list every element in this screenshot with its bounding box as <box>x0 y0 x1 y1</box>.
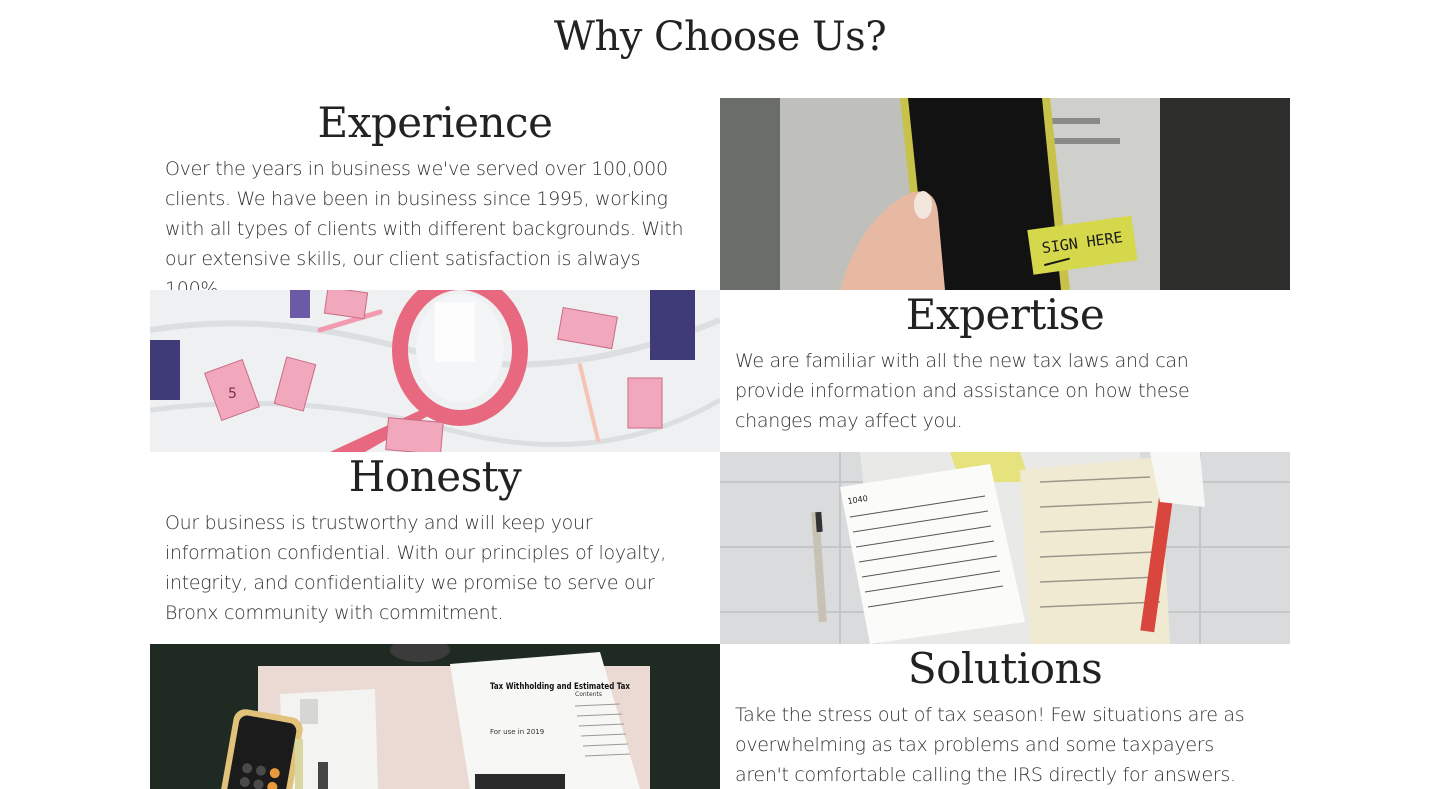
expertise-section: Expertise We are familiar with all the n… <box>720 290 1290 452</box>
solutions-section: Solutions Take the stress out of tax sea… <box>720 644 1290 789</box>
money-label: 5 <box>228 386 237 402</box>
experience-title: Experience <box>317 98 553 147</box>
honesty-title: Honesty <box>348 452 522 501</box>
solutions-title: Solutions <box>907 644 1103 693</box>
expertise-body: We are familiar with all the new tax law… <box>735 350 1190 432</box>
expertise-title: Expertise <box>905 290 1105 339</box>
page-title: Why Choose Us? <box>553 14 887 60</box>
booklet-contents: Contents <box>575 691 602 698</box>
experience-section: Experience Over the years in business we… <box>150 98 720 290</box>
page: Why Choose Us? Experience Over the years… <box>0 0 1440 789</box>
booklet-year: For use in 2019 <box>490 728 544 736</box>
solutions-body: Take the stress out of tax season! Few s… <box>735 704 1245 786</box>
tax-forms-photo: 1040 <box>720 452 1290 644</box>
honesty-section: Honesty Our business is trustworthy and … <box>150 452 720 644</box>
mirror-money-photo: 5 <box>150 290 720 452</box>
honesty-body: Our business is trustworthy and will kee… <box>165 512 666 624</box>
phone-sign-here-photo: SIGN HERE <box>720 98 1290 290</box>
booklet-title: Tax Withholding and Estimated Tax <box>490 682 630 692</box>
experience-body: Over the years in business we've served … <box>165 158 684 290</box>
calculator-booklet-photo: Tax Withholding and Estimated Tax For us… <box>150 644 720 789</box>
